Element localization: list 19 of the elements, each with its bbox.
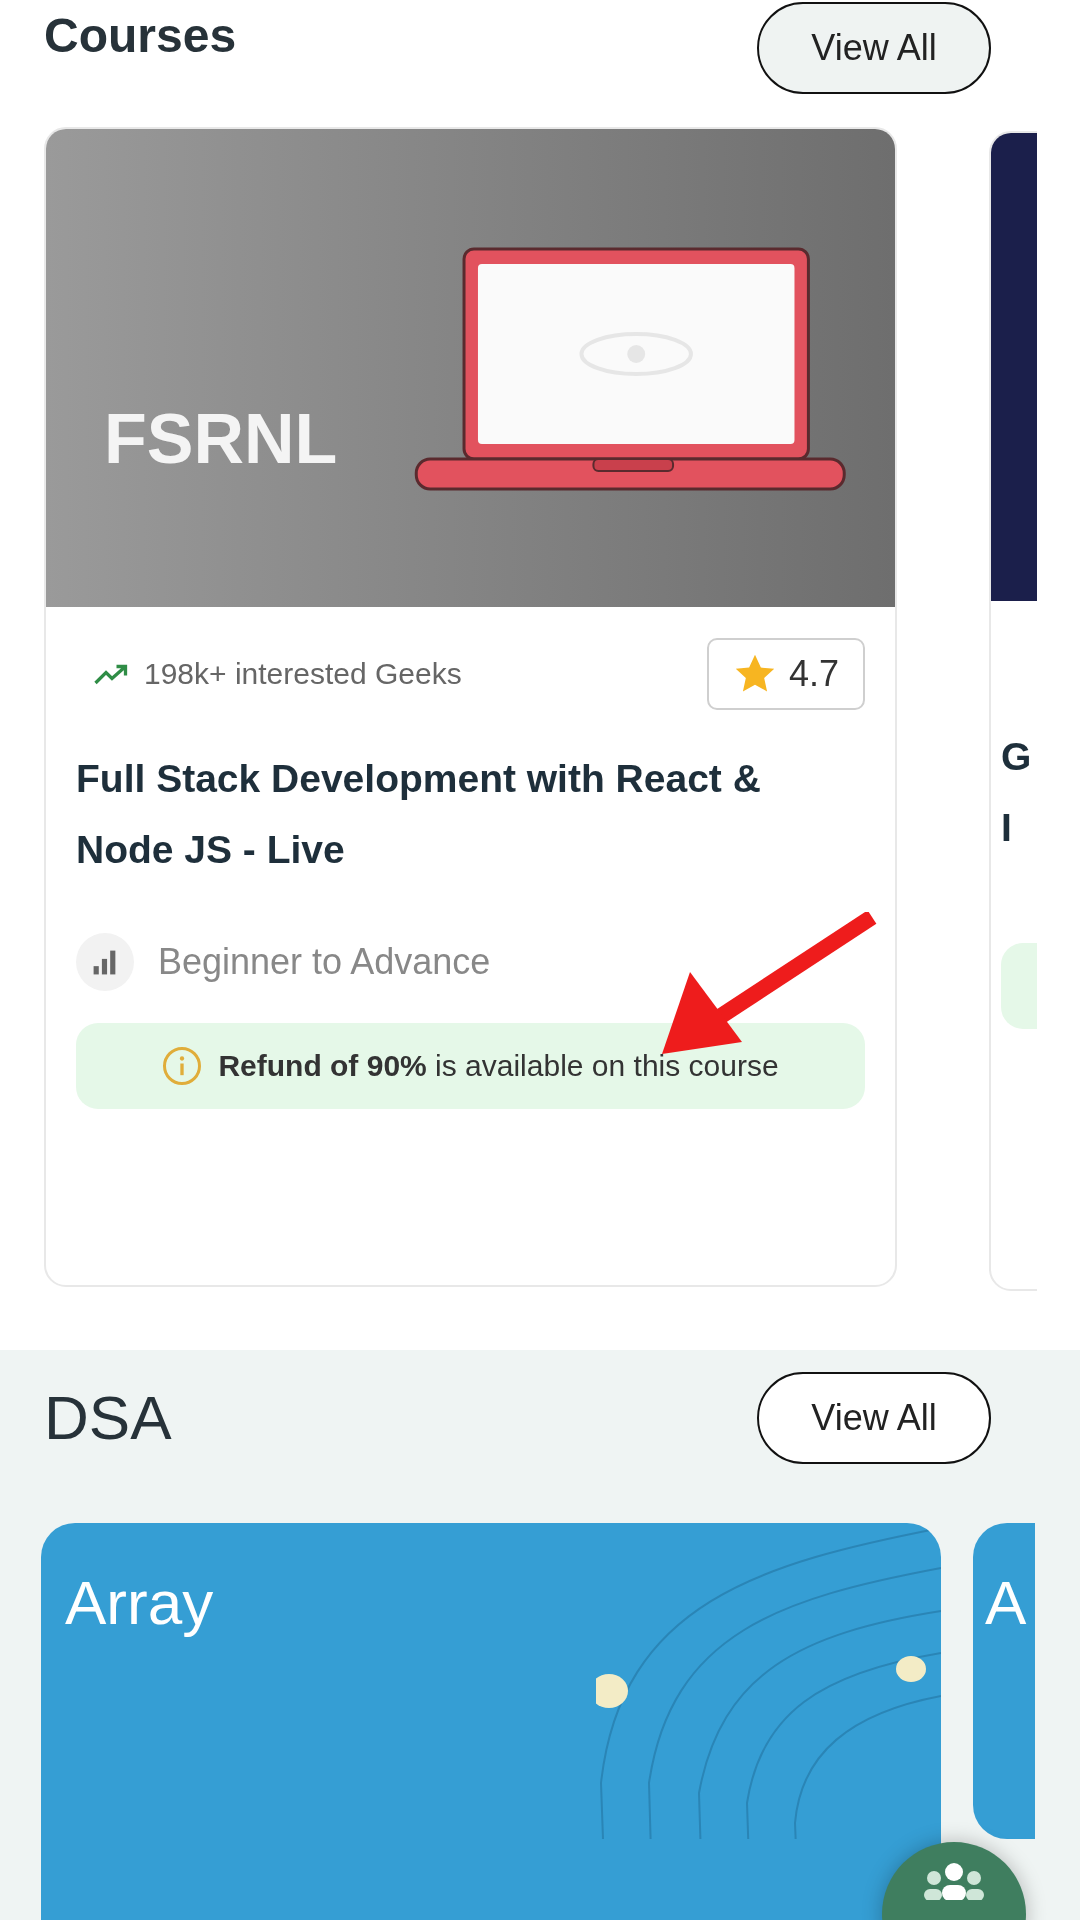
view-all-button[interactable]: View All — [757, 2, 991, 94]
interest-count: 198k+ interested Geeks — [144, 657, 462, 691]
topic-title: Array — [65, 1567, 214, 1638]
topic-title: A — [985, 1567, 1027, 1638]
course-title: I — [1001, 805, 1013, 851]
section-title: DSA — [44, 1382, 172, 1453]
trending-up-icon — [94, 662, 130, 686]
view-all-button[interactable]: View All — [757, 1372, 991, 1464]
course-card[interactable]: FSRNL 198k+ interested Geeks 4.7 Full Stack Development with React & Node JS - Live Beginner to Advance Refund of 90% is available on this course — [44, 127, 897, 1287]
rating-value: 4.7 — [788, 653, 839, 695]
course-card[interactable]: G I — [989, 131, 1037, 1291]
section-title: Courses — [44, 8, 237, 63]
thumbnail-label: FSRNL — [104, 399, 338, 479]
difficulty-level: Beginner to Advance — [158, 941, 491, 983]
course-title: G — [1001, 734, 1033, 780]
refund-text: Refund of 90% is available on this course — [218, 1049, 779, 1083]
course-title: Full Stack Development with React & Node JS - Live — [76, 756, 762, 873]
bar-chart-icon — [76, 933, 134, 991]
info-icon — [162, 1046, 203, 1086]
